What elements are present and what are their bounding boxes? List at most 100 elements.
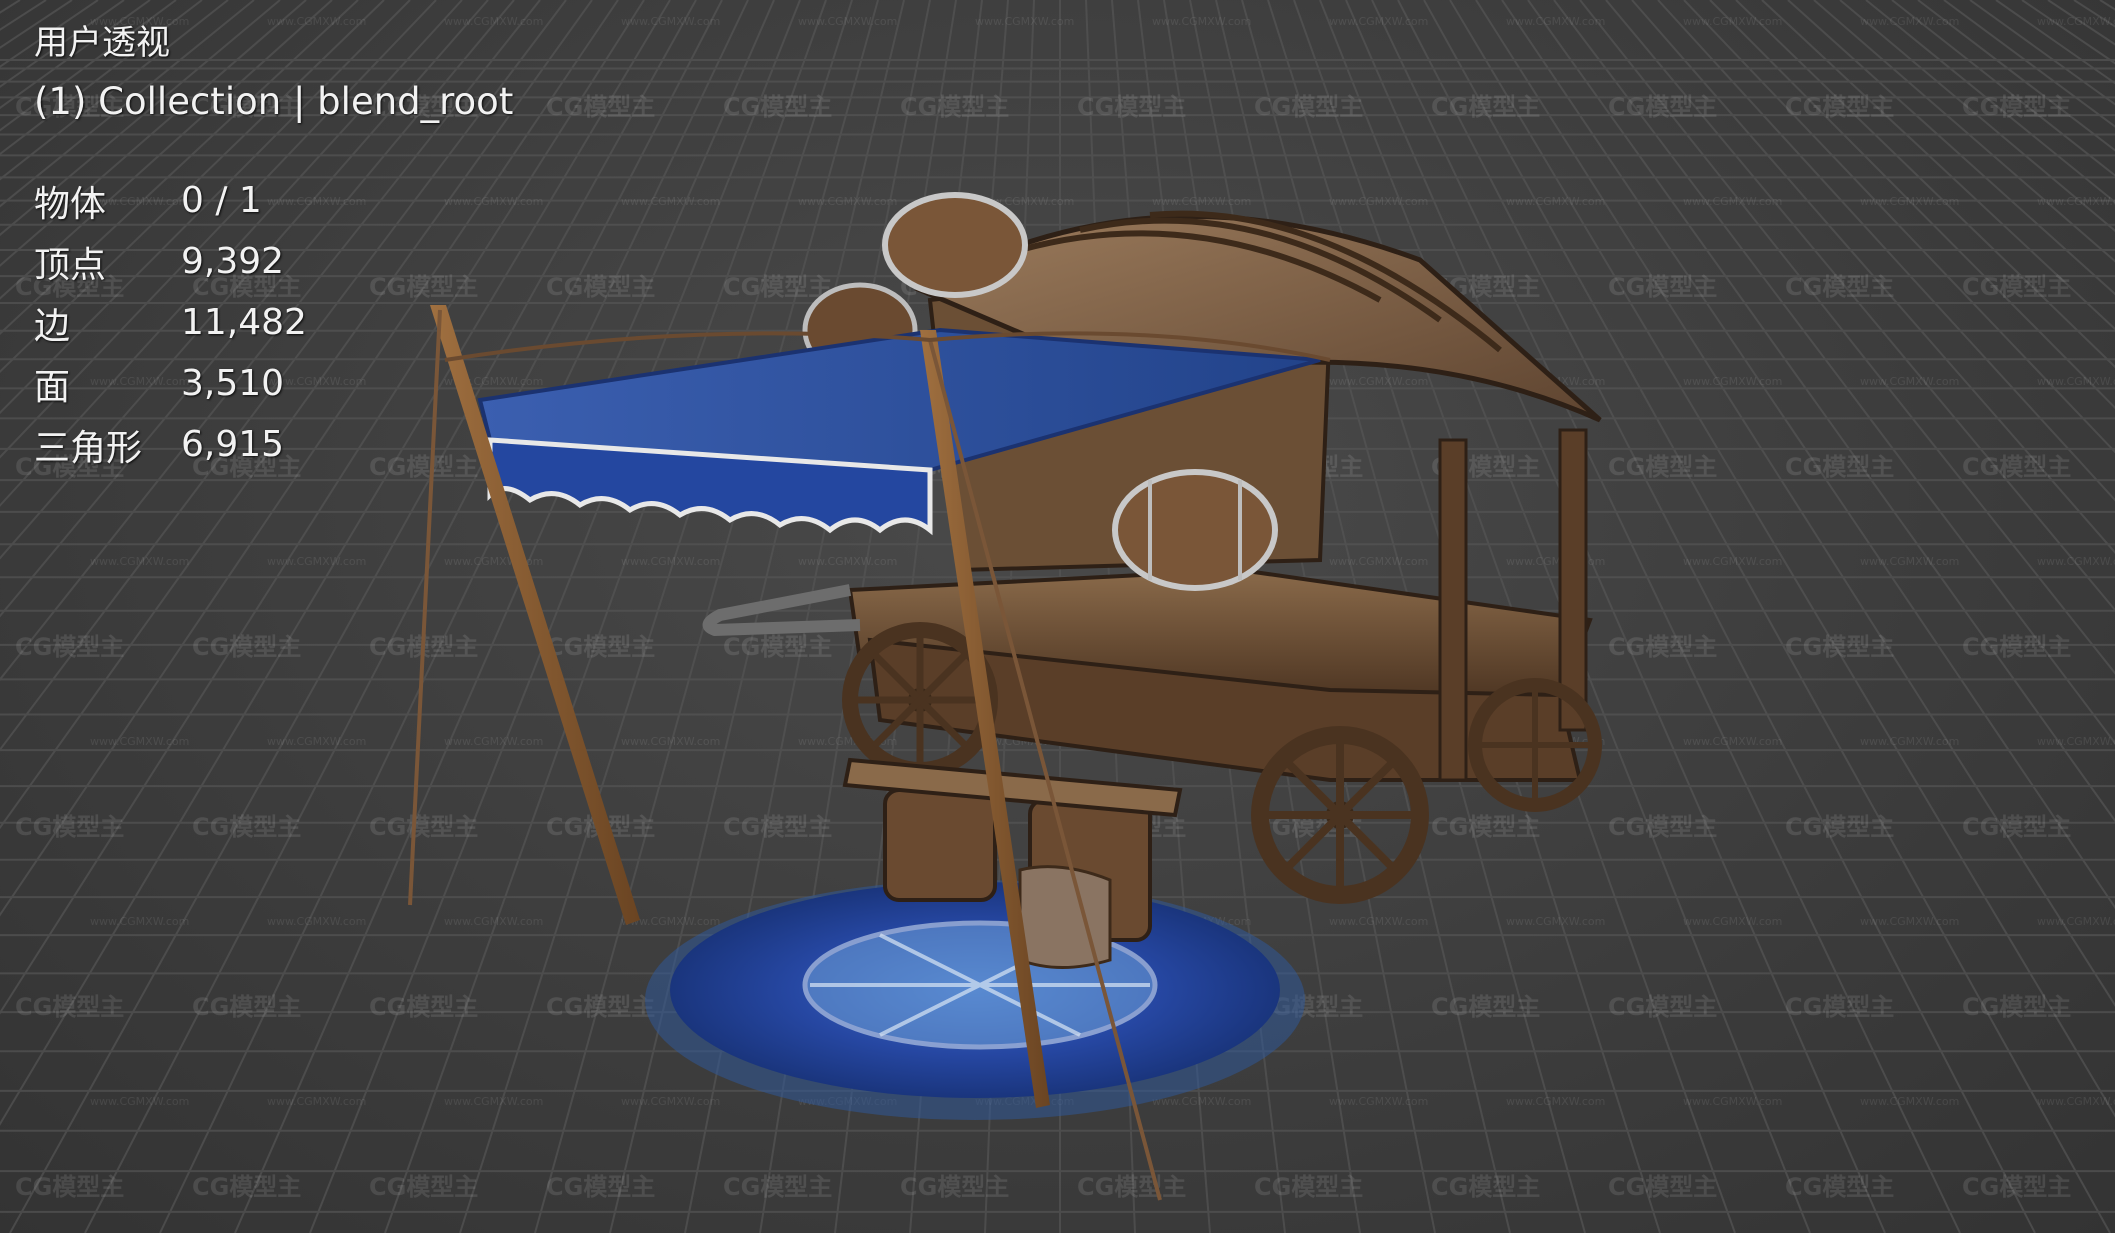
watermark-brand: CG模型主 [546,993,655,1021]
watermark-brand: CG模型主 [1431,93,1540,121]
watermark-url: www.CGMXW.com [444,555,543,568]
watermark-url: www.CGMXW.com [798,195,897,208]
watermark-brand: CG模型主 [723,813,832,841]
stat-row-objects: 物体 0 / 1 [34,170,513,231]
watermark-url: www.CGMXW.com [1683,1095,1782,1108]
watermark-url: www.CGMXW.com [1506,1095,1605,1108]
watermark-brand: CG模型主 [1785,453,1894,481]
stat-value: 3,510 [181,363,285,404]
3d-viewport[interactable]: CG模型主 www.CGMXW.com CG模型主 www.CGMXW.com CG模型… [0,0,2115,1233]
watermark-brand: CG模型主 [1962,993,2071,1021]
watermark-url: www.CGMXW.com [1683,915,1782,928]
watermark-url: www.CGMXW.com [90,735,189,748]
watermark-url: www.CGMXW.com [1506,15,1605,28]
watermark-url: www.CGMXW.com [1860,15,1959,28]
watermark-url: www.CGMXW.com [267,555,366,568]
watermark-brand: CG模型主 [192,1173,301,1201]
watermark-url: www.CGMXW.com [798,555,897,568]
watermark-brand: CG模型主 [723,273,832,301]
watermark-url: www.CGMXW.com [267,915,366,928]
watermark-brand: CG模型主 [546,93,655,121]
watermark-brand: CG模型主 [1962,1173,2071,1201]
watermark-brand: CG模型主 [369,993,478,1021]
stat-label: 面 [34,366,71,408]
watermark-brand: CG模型主 [723,633,832,661]
watermark-url: www.CGMXW.com [975,15,1074,28]
watermark-url: www.CGMXW.com [1329,195,1428,208]
watermark-url: www.CGMXW.com [2037,915,2115,928]
watermark-url: www.CGMXW.com [1152,195,1251,208]
watermark-url: www.CGMXW.com [621,195,720,208]
stat-label: 顶点 [34,244,107,286]
watermark-brand: CG模型主 [1608,1173,1717,1201]
watermark-url: www.CGMXW.com [1683,375,1782,388]
watermark-url: www.CGMXW.com [1152,15,1251,28]
watermark-brand: CG模型主 [1254,1173,1363,1201]
watermark-brand: CG模型主 [1962,453,2071,481]
watermark-brand: CG模型主 [1431,993,1540,1021]
scene-statistics: 物体 0 / 1 顶点 9,392 边 11,482 面 3,510 三角形 6… [34,170,513,475]
watermark-url: www.CGMXW.com [1860,195,1959,208]
watermark-url: www.CGMXW.com [1860,555,1959,568]
watermark-brand: CG模型主 [1785,633,1894,661]
watermark-brand: CG模型主 [1785,993,1894,1021]
watermark-brand: CG模型主 [1962,813,2071,841]
watermark-brand: CG模型主 [723,93,832,121]
watermark-brand: CG模型主 [15,1173,124,1201]
watermark-brand: CG模型主 [15,813,124,841]
tavern-cart-model[interactable] [408,192,1602,1201]
watermark-url: www.CGMXW.com [2037,1095,2115,1108]
watermark-url: www.CGMXW.com [1329,1095,1428,1108]
watermark-brand: CG模型主 [1785,813,1894,841]
watermark-url: www.CGMXW.com [1329,375,1428,388]
watermark-brand: CG模型主 [1431,1173,1540,1201]
view-name-label: 用户透视 [34,23,170,63]
watermark-url: www.CGMXW.com [1860,1095,1959,1108]
watermark-url: www.CGMXW.com [621,735,720,748]
barrel-top-1 [882,192,1028,298]
watermark-brand: CG模型主 [1962,93,2071,121]
watermark-brand: CG模型主 [15,633,124,661]
viewport-info-overlay: 用户透视 (1) Collection | blend_root 物体 0 / … [34,18,513,475]
watermark-url: www.CGMXW.com [1506,555,1605,568]
watermark-brand: CG模型主 [1785,273,1894,301]
watermark-url: www.CGMXW.com [798,15,897,28]
hanging-sack [1018,865,1112,969]
watermark-brand: CG模型主 [1608,93,1717,121]
watermark-brand: CG模型主 [1608,993,1717,1021]
stat-value: 6,915 [181,424,285,465]
stat-row-triangles: 三角形 6,915 [34,414,513,475]
watermark-url: www.CGMXW.com [267,1095,366,1108]
watermark-url: www.CGMXW.com [1860,915,1959,928]
stat-row-faces: 面 3,510 [34,353,513,414]
watermark-brand: CG模型主 [1962,633,2071,661]
watermark-brand: CG模型主 [1785,93,1894,121]
watermark-brand: CG模型主 [1608,453,1717,481]
watermark-brand: CG模型主 [1608,633,1717,661]
watermark-url: www.CGMXW.com [444,915,543,928]
watermark-brand: CG模型主 [900,1173,1009,1201]
watermark-brand: CG模型主 [1077,1173,1186,1201]
watermark-brand: CG模型主 [1077,93,1186,121]
watermark-brand: CG模型主 [1608,813,1717,841]
watermark-brand: CG模型主 [900,93,1009,121]
watermark-url: www.CGMXW.com [1860,375,1959,388]
barrel-on-cart [1112,469,1278,591]
stat-row-edges: 边 11,482 [34,292,513,353]
watermark-url: www.CGMXW.com [1683,195,1782,208]
watermark-brand: CG模型主 [1431,813,1540,841]
stat-row-vertices: 顶点 9,392 [34,231,513,292]
watermark-url: www.CGMXW.com [1683,555,1782,568]
watermark-url: www.CGMXW.com [444,735,543,748]
watermark-brand: CG模型主 [369,1173,478,1201]
watermark-url: www.CGMXW.com [621,15,720,28]
watermark-url: www.CGMXW.com [90,915,189,928]
watermark-url: www.CGMXW.com [1329,15,1428,28]
watermark-url: www.CGMXW.com [1506,915,1605,928]
watermark-url: www.CGMXW.com [621,555,720,568]
watermark-brand: CG模型主 [192,993,301,1021]
stat-value: 9,392 [181,241,285,282]
watermark-brand: CG模型主 [192,813,301,841]
watermark-brand: CG模型主 [723,1173,832,1201]
watermark-brand: CG模型主 [1962,273,2071,301]
